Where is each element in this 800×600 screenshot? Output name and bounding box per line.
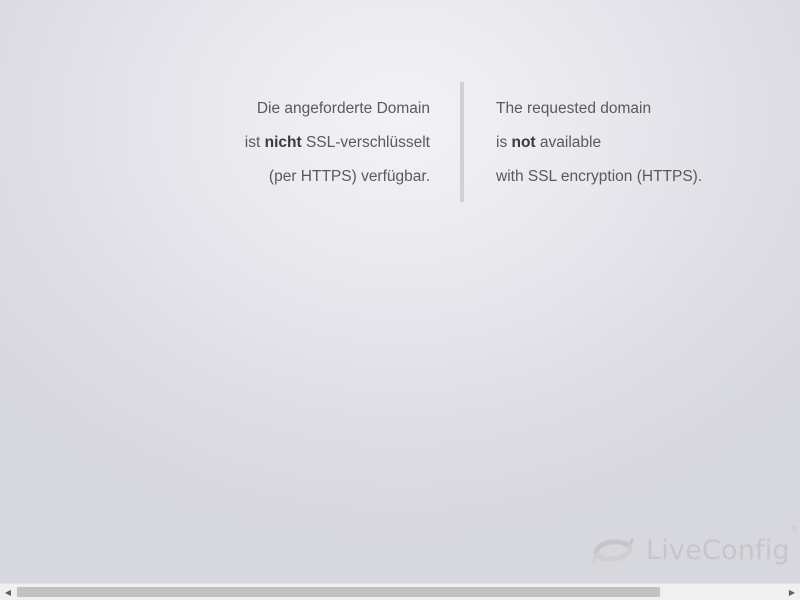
logo-wordmark: LiveConfig xyxy=(646,534,790,566)
english-emphasis: not xyxy=(511,134,536,151)
message-english: The requested domain is not available wi… xyxy=(496,92,702,194)
language-divider xyxy=(460,82,464,202)
logo-text: LiveConfig® xyxy=(646,525,799,566)
german-line-3: (per HTTPS) verfügbar. xyxy=(268,168,430,185)
ssl-error-message: Die angeforderte Domain ist nicht SSL-ve… xyxy=(0,82,800,202)
registered-mark: ® xyxy=(789,524,799,535)
german-line-2: ist nicht SSL-verschlüsselt xyxy=(245,126,430,160)
message-german: Die angeforderte Domain ist nicht SSL-ve… xyxy=(245,92,430,194)
liveconfig-logo: LiveConfig® xyxy=(590,525,799,572)
english-line-2-prefix: is xyxy=(496,134,512,151)
german-line-2-prefix: ist xyxy=(244,134,265,151)
english-line-2-suffix: available xyxy=(535,134,602,151)
english-line-1: The requested domain xyxy=(496,100,652,117)
german-emphasis: nicht xyxy=(264,134,302,151)
horizontal-scrollbar[interactable]: ◀ ▶ xyxy=(0,583,800,600)
german-line-1: Die angeforderte Domain xyxy=(256,100,430,117)
german-line-2-suffix: SSL-verschlüsselt xyxy=(301,134,430,151)
english-line-3: with SSL encryption (HTTPS). xyxy=(496,168,703,185)
english-line-2: is not available xyxy=(496,126,702,160)
scrollbar-thumb[interactable] xyxy=(17,587,660,597)
scroll-right-arrow-icon[interactable]: ▶ xyxy=(784,584,800,600)
scroll-left-arrow-icon[interactable]: ◀ xyxy=(0,584,16,600)
liveconfig-logo-icon xyxy=(590,534,636,566)
